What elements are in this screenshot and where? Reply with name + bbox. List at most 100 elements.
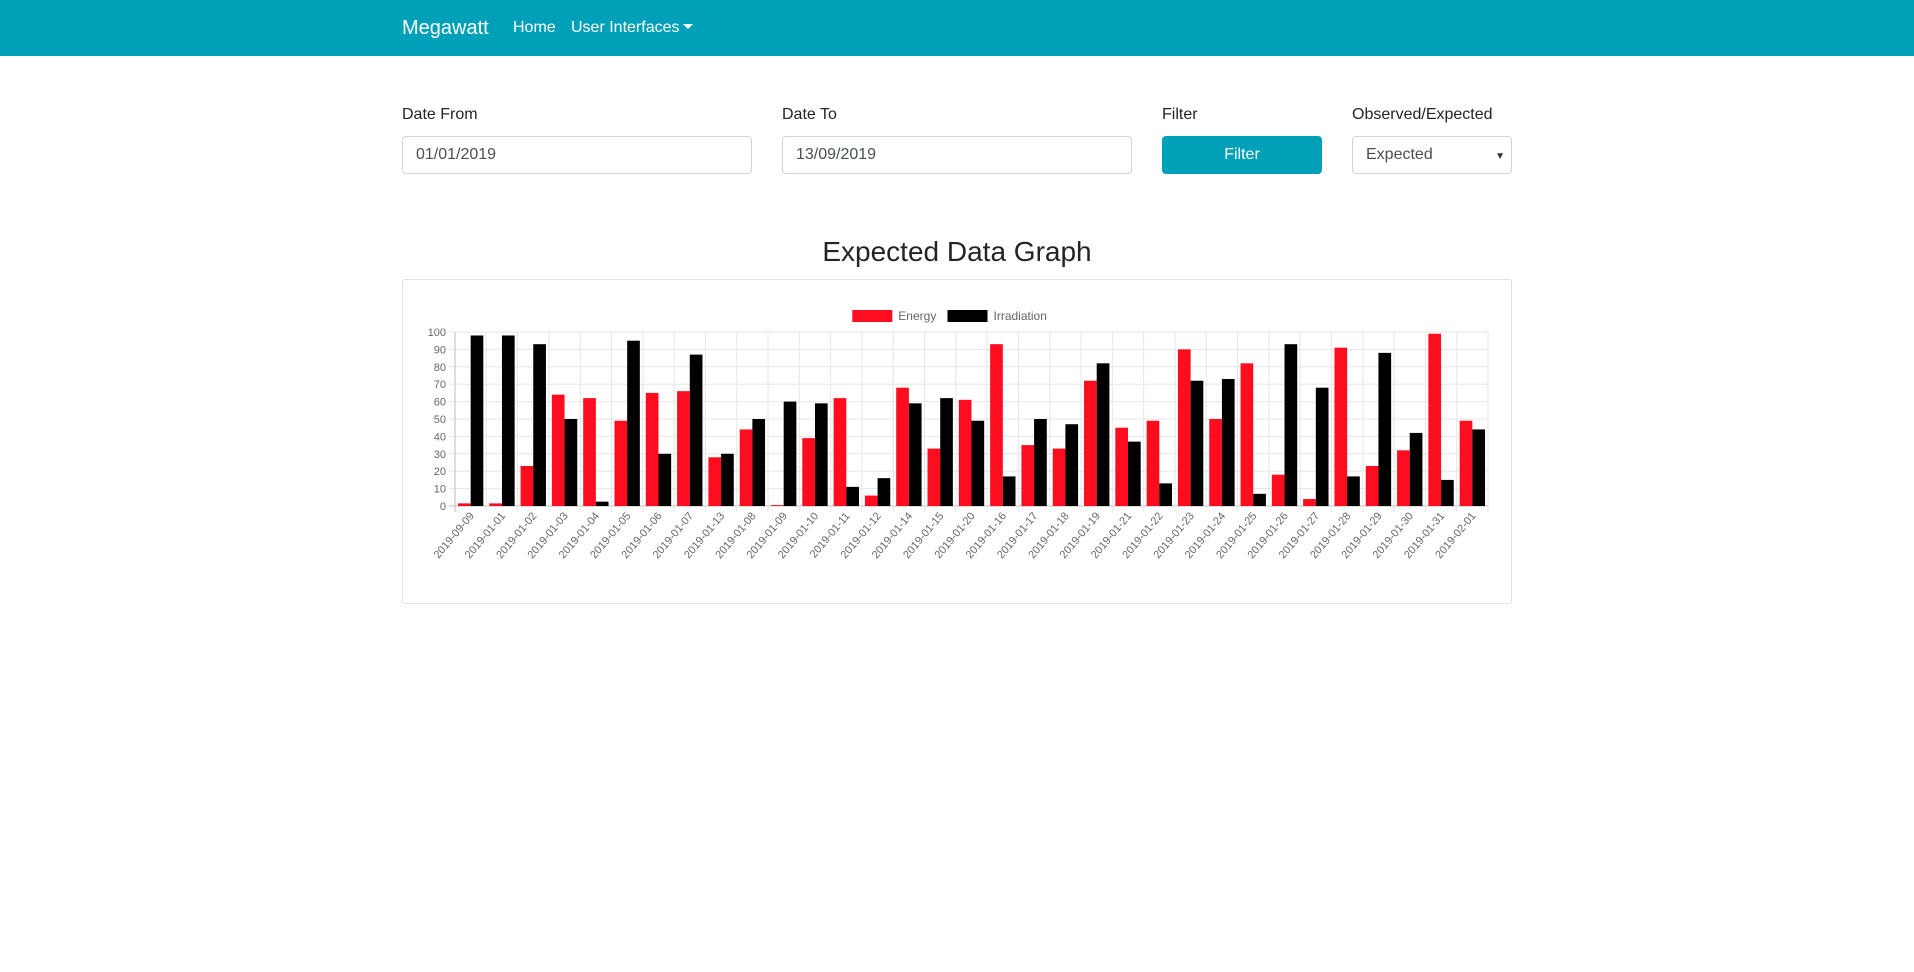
y-tick-label: 10 [434, 484, 446, 496]
bar-energy [1365, 465, 1379, 506]
bar-irradiation [689, 354, 703, 506]
legend-swatch-energy [852, 310, 893, 322]
chart-y-ticks: 0 10 20 30 40 50 60 70 80 90 100 [428, 327, 446, 513]
bar-energy [771, 505, 784, 506]
y-tick-label: 20 [434, 466, 446, 478]
bar-irradiation [1441, 479, 1454, 506]
bar-energy [489, 503, 502, 506]
bar-irradiation [1221, 378, 1235, 506]
bar-irradiation [752, 419, 766, 506]
bar-energy [958, 399, 972, 506]
bar-energy [927, 448, 941, 506]
bar-energy [1334, 347, 1348, 506]
bar-energy [1209, 419, 1222, 506]
bar-energy [1240, 363, 1254, 506]
y-tick-label: 0 [440, 501, 446, 513]
bar-irradiation [1065, 424, 1079, 506]
chart-legend: Energy Irradiation [852, 309, 1047, 323]
bar-irradiation [627, 340, 640, 506]
bar-energy [1303, 499, 1316, 506]
bar-energy [583, 398, 596, 506]
bar-irradiation [1190, 380, 1204, 506]
bar-energy [1397, 450, 1410, 506]
bar-energy [896, 387, 909, 506]
bar-energy [1428, 333, 1442, 506]
bar-energy [1052, 448, 1066, 506]
bar-energy [551, 394, 565, 506]
bar-irradiation [940, 398, 953, 506]
brand-link[interactable]: Megawatt [402, 17, 489, 40]
date-to-label: Date To [782, 106, 837, 123]
date-to-input[interactable]: 13/09/2019 [782, 136, 1132, 174]
date-from-label: Date From [402, 106, 478, 123]
bar-energy [1021, 445, 1035, 506]
bar-irradiation [1128, 441, 1141, 506]
nav-home[interactable]: Home [513, 19, 556, 37]
y-tick-label: 40 [434, 431, 446, 443]
bar-irradiation [470, 335, 484, 506]
bar-irradiation [877, 478, 891, 506]
bar-energy [708, 457, 722, 506]
bar-energy [1271, 474, 1285, 506]
y-tick-label: 100 [428, 327, 446, 339]
bar-irradiation [1315, 387, 1329, 506]
chart-bars [457, 333, 1486, 506]
y-tick-label: 90 [434, 344, 446, 356]
bar-irradiation [533, 344, 546, 506]
nav-user-interfaces-label: User Interfaces [571, 19, 680, 36]
bar-irradiation [1034, 419, 1047, 506]
graph-title: Expected Data Graph [822, 236, 1092, 267]
bar-irradiation [1096, 363, 1110, 506]
date-from-input[interactable]: 01/01/2019 [402, 136, 752, 174]
bar-irradiation [1472, 429, 1486, 506]
bar-energy [677, 391, 690, 506]
bar-energy [1084, 380, 1097, 506]
bar-irradiation [1347, 476, 1360, 506]
bar-irradiation [721, 453, 734, 506]
bar-energy [520, 465, 534, 506]
bar-energy [833, 398, 847, 506]
chart-x-ticks: 2019-09-092019-01-012019-01-022019-01-03… [432, 510, 1479, 561]
mode-select-value: Expected [1366, 146, 1433, 163]
y-tick-label: 60 [434, 397, 446, 409]
y-tick-label: 70 [434, 379, 446, 391]
bar-irradiation [846, 486, 859, 506]
caret-down-icon [683, 24, 694, 29]
bar-energy [1459, 420, 1473, 506]
bar-energy [864, 495, 878, 506]
mode-label: Observed/Expected [1352, 106, 1493, 123]
chevron-down-icon: ▼ [1495, 151, 1505, 162]
bar-irradiation [595, 501, 609, 506]
bar-irradiation [501, 335, 515, 506]
bar-irradiation [1159, 483, 1172, 506]
bar-energy [1115, 427, 1129, 506]
navbar: Megawatt Home User Interfaces [0, 0, 1914, 56]
bar-irradiation [908, 403, 922, 506]
bar-irradiation [971, 420, 985, 506]
y-tick-label: 30 [434, 449, 446, 461]
bar-irradiation [658, 453, 672, 506]
bar-energy [614, 420, 628, 506]
legend-swatch-irradiation [947, 310, 988, 322]
bar-irradiation [783, 401, 797, 506]
bar-energy [990, 344, 1003, 506]
y-tick-label: 50 [434, 414, 446, 426]
bar-energy [457, 503, 471, 506]
chart-container: 0 10 20 30 40 50 60 70 80 90 100 2019-09-09 2019-01… [402, 279, 1512, 604]
bar-irradiation [564, 419, 578, 506]
bar-irradiation [1378, 352, 1392, 506]
bar-irradiation [1002, 476, 1016, 506]
nav-user-interfaces-dropdown[interactable]: User Interfaces [571, 19, 694, 37]
bar-energy [739, 429, 753, 506]
y-tick-label: 80 [434, 362, 446, 374]
bar-irradiation [1409, 432, 1423, 506]
bar-irradiation [814, 403, 828, 506]
filter-button[interactable]: Filter [1162, 136, 1322, 174]
bar-chart: 0 10 20 30 40 50 60 70 80 90 100 2019-09-092019-01… [428, 309, 1489, 561]
filter-label: Filter [1162, 106, 1198, 123]
mode-select[interactable]: Expected ▼ [1352, 136, 1512, 174]
bar-energy [1177, 349, 1191, 506]
bar-irradiation [1253, 493, 1266, 506]
bar-irradiation [1284, 344, 1298, 506]
legend-label-energy: Energy [898, 309, 936, 323]
